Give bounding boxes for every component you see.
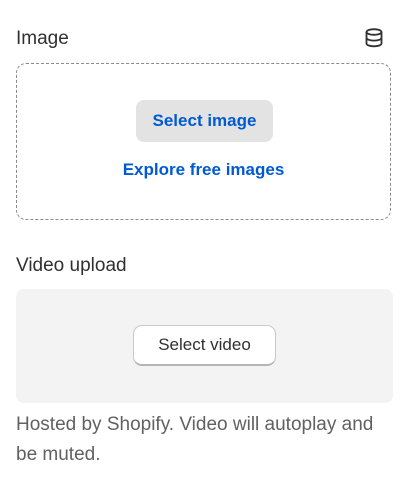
video-upload-dropzone[interactable]: Select video: [16, 289, 393, 403]
select-video-button[interactable]: Select video: [133, 325, 276, 366]
video-help-text: Hosted by Shopify. Video will autoplay a…: [16, 414, 374, 465]
database-icon[interactable]: [363, 27, 385, 49]
image-field-header: Image: [16, 26, 392, 52]
image-dropzone[interactable]: Select image Explore free images: [16, 63, 391, 220]
video-upload-label: Video upload: [16, 255, 127, 276]
image-label: Image: [16, 28, 69, 49]
select-image-button[interactable]: Select image: [136, 100, 273, 142]
explore-free-images-link[interactable]: Explore free images: [17, 160, 390, 180]
